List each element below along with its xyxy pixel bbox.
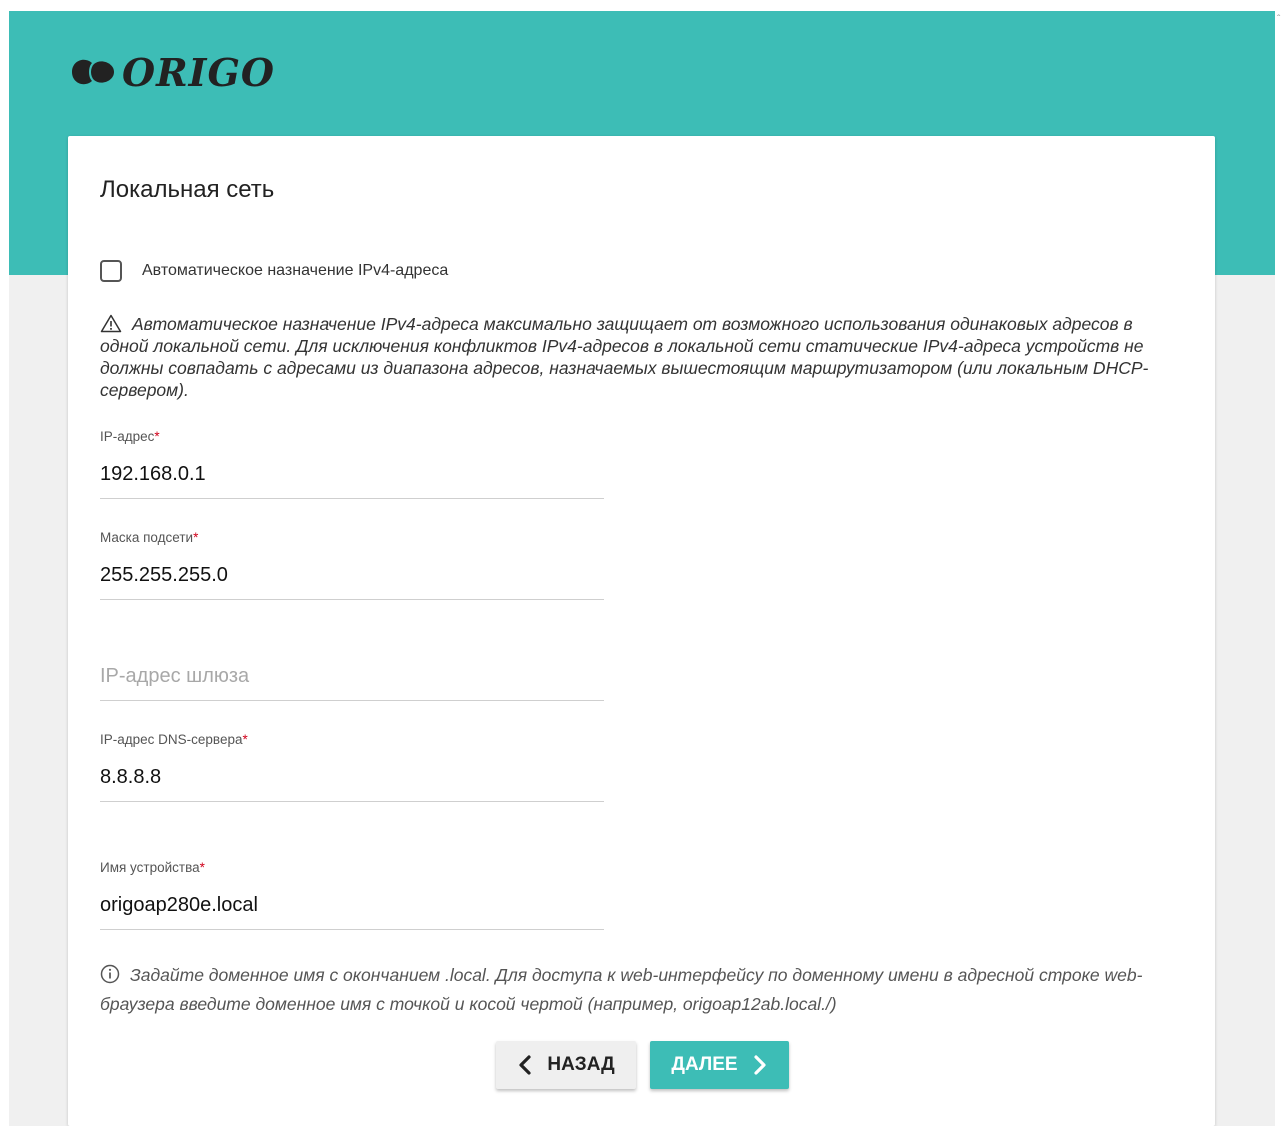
warning-triangle-icon [100, 314, 122, 333]
ip-address-field[interactable]: IP-адрес* 192.168.0.1 [100, 429, 604, 499]
info-circle-icon [100, 964, 120, 984]
ip-address-input[interactable]: 192.168.0.1 [100, 463, 604, 489]
next-button-label: ДАЛЕЕ [671, 1054, 738, 1075]
back-button-label: НАЗАД [547, 1054, 615, 1075]
device-name-label: Имя устройства* [100, 860, 205, 875]
scrollbar-marker: ˆ [1277, 14, 1281, 25]
hint-text: Задайте доменное имя с окончанием .local… [100, 965, 1143, 1014]
page-title: Локальная сеть [100, 176, 275, 203]
auto-ipv4-checkbox-row[interactable]: Автоматическое назначение IPv4-адреса [100, 260, 448, 282]
auto-ipv4-checkbox[interactable] [100, 260, 122, 282]
device-name-input[interactable]: origoap280e.local [100, 894, 604, 920]
gateway-input[interactable]: IP-адрес шлюза [100, 665, 249, 688]
device-name-hint: Задайте доменное имя с окончанием .local… [100, 961, 1160, 1019]
origo-logo-icon [72, 59, 114, 85]
next-button[interactable]: ДАЛЕЕ [650, 1041, 789, 1089]
ip-address-label: IP-адрес* [100, 429, 160, 444]
warning-text: Автоматическое назначение IPv4-адреса ма… [100, 314, 1149, 400]
subnet-mask-label: Маска подсети* [100, 530, 199, 545]
back-button[interactable]: НАЗАД [496, 1041, 636, 1089]
auto-ipv4-label[interactable]: Автоматическое назначение IPv4-адреса [142, 262, 448, 280]
chevron-right-icon [753, 1055, 766, 1075]
chevron-left-icon [519, 1055, 531, 1075]
dns-server-label: IP-адрес DNS-сервера* [100, 732, 248, 747]
logo-text: ORIGO [122, 49, 276, 95]
dns-server-input[interactable]: 8.8.8.8 [100, 766, 604, 792]
settings-card: Локальная сеть Автоматическое назначение… [68, 136, 1215, 1126]
subnet-mask-field[interactable]: Маска подсети* 255.255.255.0 [100, 530, 604, 600]
subnet-mask-input[interactable]: 255.255.255.0 [100, 564, 604, 590]
gateway-field[interactable]: IP-адрес шлюза [100, 631, 604, 701]
dns-server-field[interactable]: IP-адрес DNS-сервера* 8.8.8.8 [100, 732, 604, 802]
device-name-field[interactable]: Имя устройства* origoap280e.local [100, 860, 604, 930]
origo-logo: ORIGO [68, 49, 276, 95]
warning-message: Автоматическое назначение IPv4-адреса ма… [100, 313, 1170, 401]
